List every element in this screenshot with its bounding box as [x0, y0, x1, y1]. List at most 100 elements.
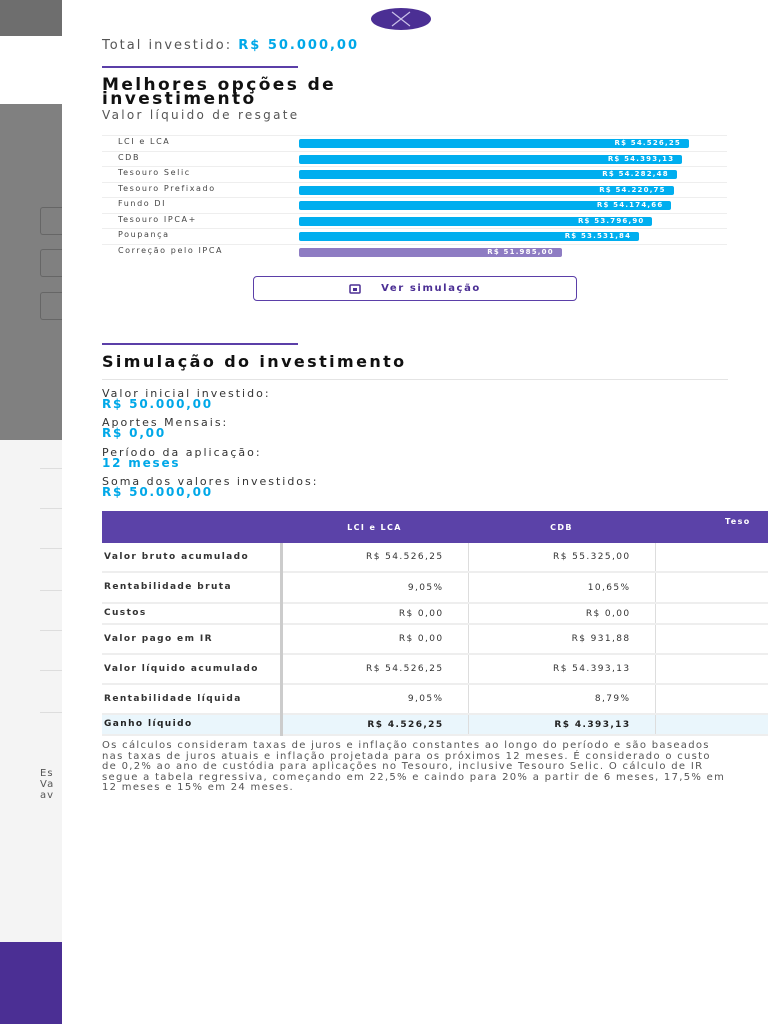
- field-period: Período da aplicação: 12 meses: [102, 446, 262, 470]
- background-text: av: [40, 790, 55, 801]
- table-cell: R$ 0,00: [280, 624, 468, 655]
- simulation-table: LCI e LCA CDB Teso Valor bruto acumulado…: [102, 511, 768, 736]
- background-input: [40, 207, 62, 235]
- header-blank: [102, 511, 281, 543]
- ranking-row: Tesouro IPCA+ R$ 53.796,90: [102, 212, 727, 229]
- ranking-label: Tesouro IPCA+: [118, 214, 197, 224]
- ranking-label: Tesouro Prefixado: [118, 183, 216, 193]
- disclaimer-text: Os cálculos consideram taxas de juros e …: [102, 740, 726, 793]
- view-simulation-label: Ver simulação: [381, 283, 481, 294]
- divider: [40, 590, 62, 591]
- field-total-invested: Soma dos valores investidos: R$ 50.000,00: [102, 475, 319, 499]
- row-label: Rentabilidade líquida: [102, 684, 283, 715]
- table-row: Valor bruto acumulado R$ 54.526,25 R$ 55.3…: [102, 543, 768, 573]
- header-cdb: CDB: [468, 511, 655, 543]
- close-button[interactable]: [371, 8, 431, 30]
- table-row: Valor pago em IRR$ 0,00R$ 931,88R$ 93: [102, 624, 768, 655]
- divider: [40, 468, 62, 469]
- background-header: [0, 0, 62, 36]
- field-monthly-contribution: Aportes Mensais: R$ 0,00: [102, 416, 229, 440]
- total-value: R$ 50.000,00: [238, 38, 360, 53]
- table-cell: R$ 11: [654, 603, 768, 625]
- ranking-chart: LCI e LCA R$ 54.526,25 CDB R$ 54.393,13 Teso…: [102, 135, 727, 259]
- row-label: Valor pago em IR: [102, 624, 283, 655]
- ranking-row: Correção pelo IPCA R$ 51.985,00: [102, 243, 727, 260]
- row-label: Custos: [102, 603, 283, 625]
- table-row: Ganho líquidoR$ 4.526,25R$ 4.393,13R$ 4.…: [102, 714, 768, 736]
- table-cell: R$ 55.32: [654, 543, 768, 573]
- divider: [40, 670, 62, 671]
- ranking-row: Fundo DI R$ 54.174,66: [102, 197, 727, 213]
- section-accent: [102, 66, 298, 68]
- row-label: Valor bruto acumulado: [102, 543, 283, 573]
- table-cell: 9,05%: [280, 572, 468, 604]
- calculator-icon: [349, 283, 361, 294]
- total-label: Total investido:: [102, 38, 233, 53]
- total-invested: Total investido: R$ 50.000,00: [102, 38, 359, 53]
- table-cell: R$ 55.325,00: [467, 543, 655, 573]
- ranking-label: LCI e LCA: [118, 137, 171, 146]
- table-row: CustosR$ 0,00R$ 0,00R$ 11: [102, 603, 768, 625]
- simulation-title: Simulação do investimento: [102, 352, 407, 371]
- row-label: Ganho líquido: [102, 714, 283, 736]
- table-cell: R$ 54.393,13: [467, 654, 655, 685]
- ranking-label: Poupança: [118, 230, 170, 239]
- ranking-label: CDB: [118, 152, 141, 162]
- ranking-row: Tesouro Selic R$ 54.282,48: [102, 166, 727, 182]
- table-cell: 8,79%: [467, 684, 655, 715]
- ranking-label: Correção pelo IPCA: [118, 245, 224, 255]
- table-cell: R$ 54.28: [654, 654, 768, 685]
- ranking-bar: R$ 54.220,75: [299, 185, 674, 195]
- table-row: Valor líquido acumulado R$ 54.526,25 R$ 54…: [102, 654, 768, 685]
- background-area: [0, 36, 62, 104]
- table-cell: 8,: [654, 684, 768, 715]
- table-cell: R$ 4.526,25: [280, 714, 468, 736]
- ranking-bar: R$ 54.174,66: [299, 201, 672, 210]
- best-options-title: Melhores opções de investimento: [102, 75, 337, 109]
- table-cell: R$ 93: [654, 624, 768, 655]
- field-initial-value: Valor inicial investido: R$ 50.000,00: [102, 387, 271, 411]
- close-icon: [391, 11, 411, 27]
- view-simulation-button[interactable]: Ver simulação: [253, 276, 577, 301]
- ranking-bar: R$ 53.796,90: [299, 216, 653, 226]
- table-cell: R$ 0,00: [467, 603, 655, 625]
- table-cell: R$ 0,00: [280, 603, 468, 625]
- table-cell: R$ 931,88: [467, 624, 655, 655]
- row-label: Valor líquido acumulado: [102, 654, 283, 685]
- table-cell: 9,05%: [280, 684, 468, 715]
- divider: [40, 712, 62, 713]
- ranking-bar: R$ 54.526,25: [299, 139, 689, 148]
- divider: [40, 508, 62, 509]
- ranking-row: LCI e LCA R$ 54.526,25: [102, 135, 727, 151]
- ranking-bar: R$ 54.393,13: [299, 154, 683, 164]
- ranking-row: CDB R$ 54.393,13: [102, 150, 727, 167]
- table-header: LCI e LCA CDB Teso: [102, 511, 768, 543]
- background-footer: [0, 942, 62, 1024]
- best-options-subtitle: Valor líquido de resgate: [102, 108, 300, 122]
- ranking-label: Tesouro Selic: [118, 168, 191, 177]
- header-lci-lca: LCI e LCA: [281, 511, 468, 543]
- ranking-bar: R$ 54.282,48: [299, 170, 677, 179]
- background-text: Es: [40, 768, 54, 779]
- row-label: Rentabilidade bruta: [102, 572, 283, 604]
- table-cell: 10,65%: [467, 572, 655, 604]
- table-cell: R$ 4.393,13: [467, 714, 655, 736]
- table-cell: R$ 4.28: [654, 714, 768, 736]
- header-tesouro: Teso: [655, 511, 768, 543]
- table-row: Rentabilidade líquida9,05%8,79%8,: [102, 684, 768, 715]
- ranking-bar: R$ 51.985,00: [299, 247, 562, 257]
- ranking-row: Poupança R$ 53.531,84: [102, 228, 727, 244]
- divider: [102, 379, 728, 380]
- table-cell: R$ 54.526,25: [280, 654, 468, 685]
- divider: [40, 548, 62, 549]
- background-input: [40, 249, 62, 277]
- background-page: Es Va av: [0, 0, 62, 1024]
- section-accent: [102, 343, 298, 345]
- divider: [40, 630, 62, 631]
- table-cell: R$ 54.526,25: [280, 543, 468, 573]
- table-row: Rentabilidade bruta9,05%10,65%10,: [102, 572, 768, 604]
- background-input: [40, 292, 62, 320]
- ranking-label: Fundo DI: [118, 199, 167, 208]
- table-cell: 10,: [654, 572, 768, 604]
- ranking-row: Tesouro Prefixado R$ 54.220,75: [102, 181, 727, 198]
